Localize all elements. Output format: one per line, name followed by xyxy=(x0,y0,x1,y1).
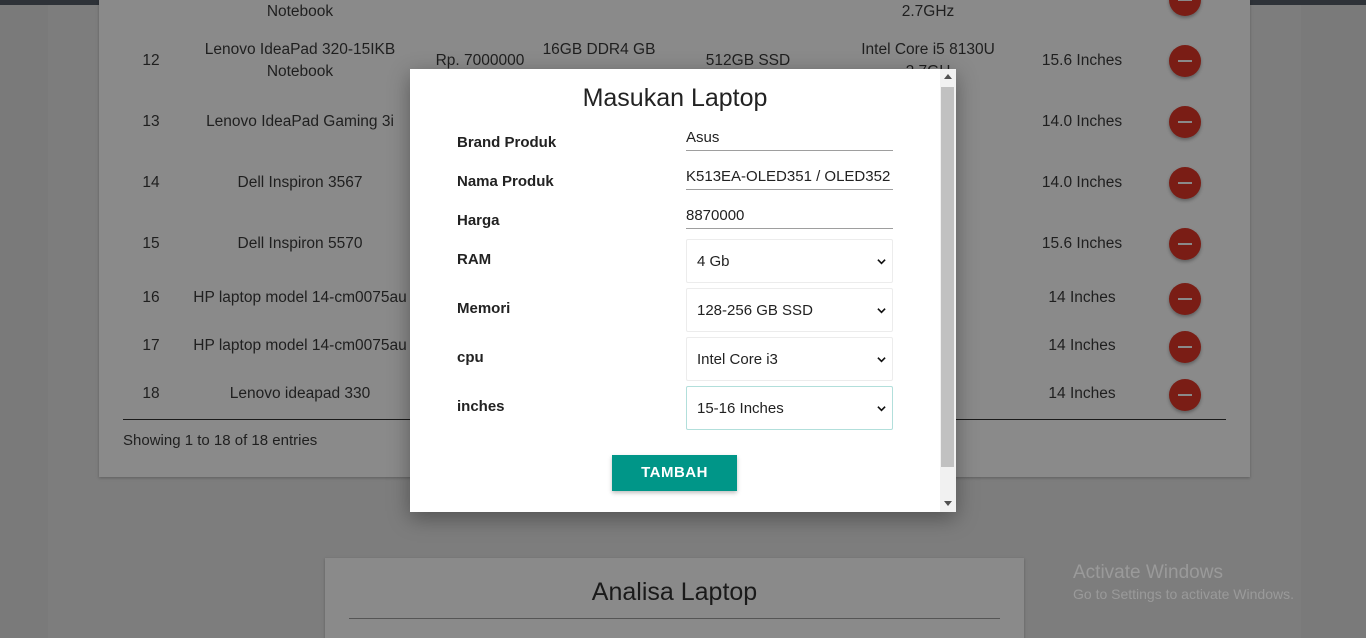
cell-no: 12 xyxy=(142,52,160,69)
harga-label: Harga xyxy=(457,212,500,229)
delete-button[interactable] xyxy=(1169,106,1201,138)
cell-inches: 14 Inches xyxy=(1048,289,1116,306)
chevron-down-icon xyxy=(877,357,886,363)
cell-cpu: 2.7GHz xyxy=(901,3,955,20)
nama-input[interactable] xyxy=(686,164,893,190)
memori-select-value: 128-256 GB SSD xyxy=(697,302,813,319)
brand-label: Brand Produk xyxy=(457,134,557,151)
cell-name: Lenovo ideapad 330 xyxy=(229,385,371,402)
chevron-down-icon xyxy=(877,259,886,265)
cell-no: 17 xyxy=(142,337,160,354)
cell-no: 13 xyxy=(142,113,160,130)
entries-info: Showing 1 to 18 of 18 entries xyxy=(123,432,318,449)
cell-name: Lenovo IdeaPad Gaming 3i xyxy=(206,113,394,130)
cell-no: 16 xyxy=(142,289,160,306)
inches-select[interactable]: 15-16 Inches xyxy=(686,386,893,430)
cell-inches: 14 Inches xyxy=(1048,337,1116,354)
cell-inches: 15.6 Inches xyxy=(1041,235,1123,252)
chevron-down-icon xyxy=(877,406,886,412)
cell-name: Notebook xyxy=(266,3,334,20)
cell-name: Dell Inspiron 5570 xyxy=(237,235,363,252)
watermark-line1: Activate Windows xyxy=(1073,562,1223,583)
delete-button[interactable] xyxy=(1169,283,1201,315)
delete-button[interactable] xyxy=(1169,45,1201,77)
cell-no: 14 xyxy=(142,174,160,191)
analisa-title: Analisa Laptop xyxy=(591,578,758,606)
memori-select[interactable]: 128-256 GB SSD xyxy=(686,288,893,332)
delete-button[interactable] xyxy=(1169,331,1201,363)
cell-inches: 14.0 Inches xyxy=(1041,113,1123,130)
cell-name: HP laptop model 14-cm0075au xyxy=(193,337,407,354)
chevron-down-icon xyxy=(877,308,886,314)
inches-select-value: 15-16 Inches xyxy=(697,400,784,417)
delete-button[interactable] xyxy=(1169,228,1201,260)
cell-inches: 14 Inches xyxy=(1048,385,1116,402)
delete-button[interactable] xyxy=(1169,167,1201,199)
cell-no: 18 xyxy=(142,385,160,402)
cell-ram: 16GB DDR4 GB xyxy=(542,41,656,58)
cell-no: 15 xyxy=(142,235,160,252)
cell-inches: 14.0 Inches xyxy=(1041,174,1123,191)
add-laptop-modal: Masukan Laptop Brand Produk Nama Produk … xyxy=(410,69,956,512)
ram-label: RAM xyxy=(457,251,492,268)
modal-scrollbar-thumb[interactable] xyxy=(941,87,954,467)
cpu-label: cpu xyxy=(457,349,484,366)
ram-select-value: 4 Gb xyxy=(697,253,730,270)
modal-title: Masukan Laptop xyxy=(582,84,768,112)
cell-inches: 15.6 Inches xyxy=(1041,52,1123,69)
cpu-select-value: Intel Core i3 xyxy=(697,351,778,368)
tambah-button[interactable]: TAMBAH xyxy=(612,455,737,491)
cell-name: HP laptop model 14-cm0075au xyxy=(193,289,407,306)
watermark-line2: Go to Settings to activate Windows. xyxy=(1073,586,1294,602)
scroll-down-arrow-icon[interactable] xyxy=(944,501,952,506)
harga-input[interactable] xyxy=(686,203,893,229)
analisa-divider xyxy=(349,618,1000,619)
delete-button[interactable] xyxy=(1169,379,1201,411)
cpu-select[interactable]: Intel Core i3 xyxy=(686,337,893,381)
memori-label: Memori xyxy=(457,300,511,317)
scroll-up-arrow-icon[interactable] xyxy=(944,74,952,79)
cell-name: Dell Inspiron 3567 xyxy=(237,174,363,191)
windows-watermark: Activate Windows Go to Settings to activ… xyxy=(1073,562,1294,602)
nama-label: Nama Produk xyxy=(457,173,554,190)
cell-name: Lenovo IdeaPad 320-15IKB Notebook xyxy=(204,41,396,80)
inches-label: inches xyxy=(457,398,505,415)
brand-input[interactable] xyxy=(686,125,893,151)
ram-select[interactable]: 4 Gb xyxy=(686,239,893,283)
